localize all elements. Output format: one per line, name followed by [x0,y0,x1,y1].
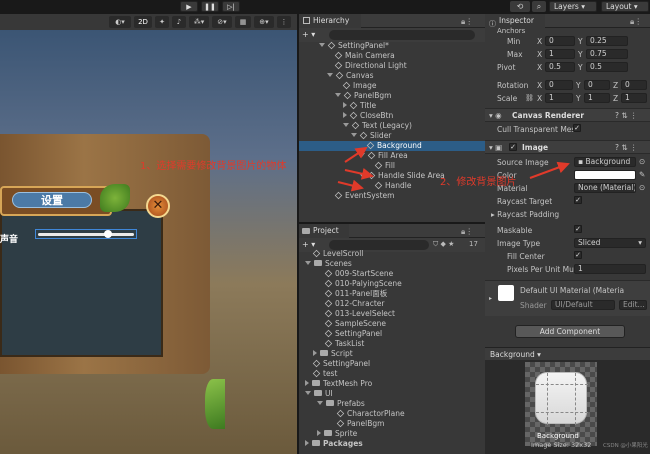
annotation-arrow [344,146,368,163]
annotation-arrow [529,161,570,179]
annotation-arrow [344,167,374,180]
annotation-arrow [337,179,364,192]
annotation-step2: 2、修改背景图片 [440,177,517,188]
annotation-overlay [337,146,570,192]
annotation-step1: 1、选择需要修改背景图片的物体 [140,161,287,172]
